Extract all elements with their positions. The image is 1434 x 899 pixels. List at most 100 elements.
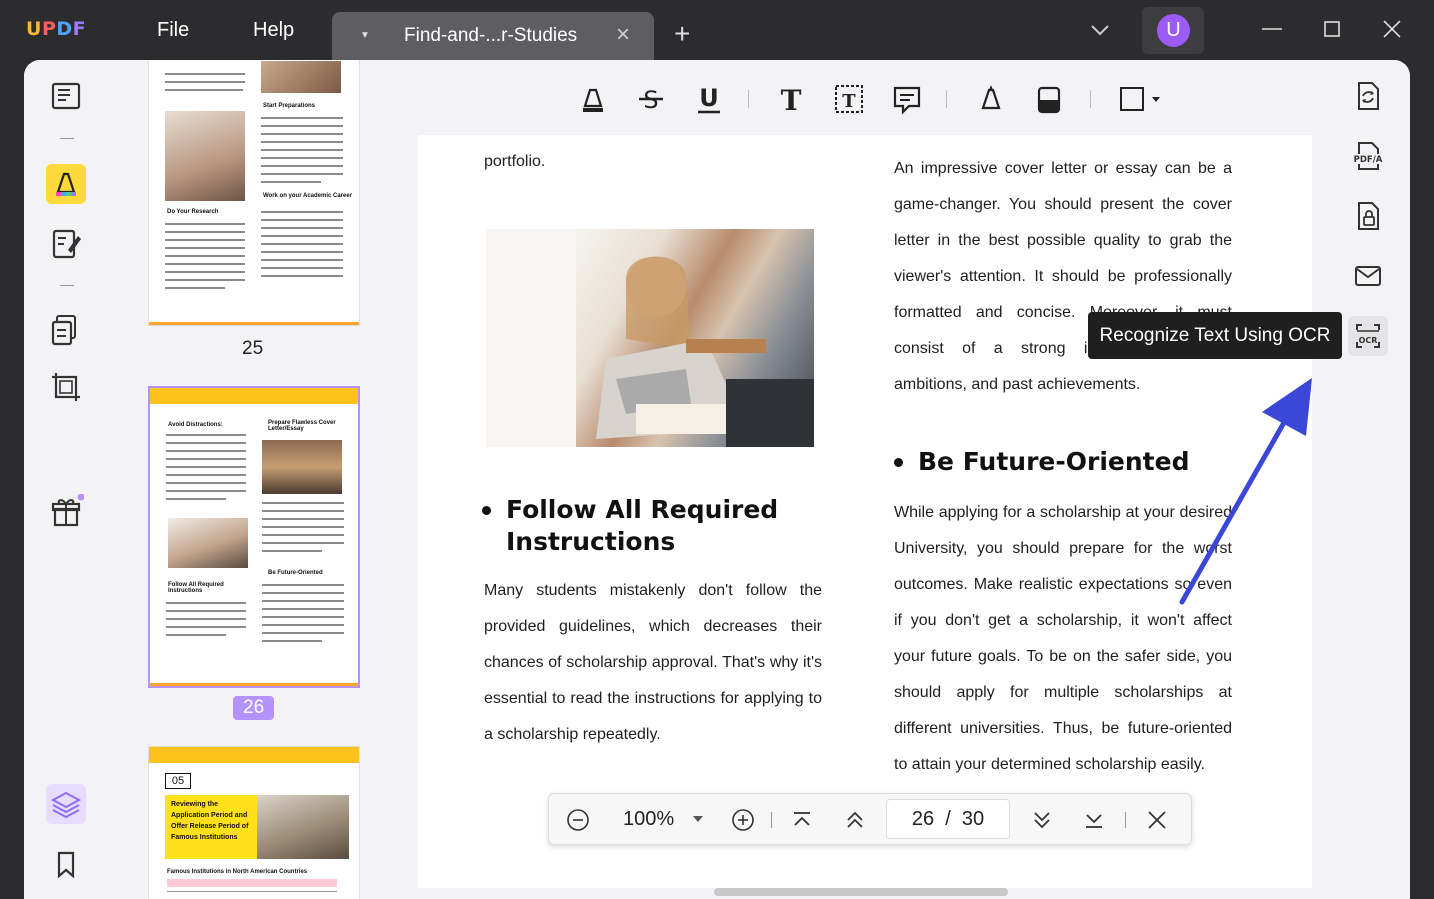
thumbnail-page-26[interactable]: Avoid Distractions: Follow All Required … [148,386,360,688]
left-toolbar [24,60,108,899]
shape-tool-icon[interactable] [1116,82,1166,116]
thumb-heading: Do Your Research [167,209,219,215]
convert-pdf-icon[interactable] [1352,80,1384,112]
textbox-tool-icon[interactable]: T [832,82,866,116]
left-divider [60,138,74,139]
gift-icon[interactable] [48,494,84,530]
thumb-footer-bar [150,683,358,686]
thumbnail-page-25[interactable]: Start Preparations Work on your Academic… [148,60,360,326]
tab-dropdown-icon[interactable]: ▼ [360,30,370,41]
total-pages: 30 [961,808,985,830]
page-input[interactable]: 26 / 30 [886,799,1010,839]
previous-page-icon[interactable] [842,807,868,833]
organize-pages-icon[interactable] [48,312,84,348]
add-tab-icon[interactable]: + [674,20,690,48]
thumb-heading: Prepare Flawless Cover Letter/Essay [268,420,336,432]
thumb-text-line [166,450,246,452]
thumb-text-line [166,474,246,476]
pencil-tool-icon[interactable] [974,82,1008,116]
close-window-icon[interactable] [1377,14,1407,44]
right-toolbar: PDF/A OCR [1326,60,1410,899]
eraser-tool-icon[interactable] [1032,82,1066,116]
thumb-heading: Work on your Academic Career [263,193,353,199]
horizontal-scrollbar[interactable] [714,888,1008,896]
thumb-text-line [262,502,344,504]
bookmark-icon[interactable] [48,846,84,882]
thumb-text-line [166,490,246,492]
thumb-text-line [165,271,245,273]
edit-pdf-icon[interactable] [48,226,84,262]
thumb-text-line [166,466,246,468]
thumb-text-line [262,632,344,634]
ocr-tooltip: Recognize Text Using OCR [1088,312,1342,359]
thumb-text-line [261,149,343,151]
thumb-text-line [165,89,243,91]
current-page: 26 [911,808,935,830]
protect-pdf-icon[interactable] [1352,200,1384,232]
left-heading: Follow All Required Instructions [482,494,822,558]
zoom-bar-divider [1125,812,1126,828]
ocr-icon[interactable]: OCR [1352,320,1384,352]
next-page-icon[interactable] [1029,807,1055,833]
thumb-text-line [165,223,245,225]
pdfa-label: PDF/A [1354,155,1383,165]
toolbar-divider [748,90,749,108]
tab-close-icon[interactable]: × [616,21,630,49]
svg-text:U: U [699,84,719,112]
thumb-text-line [262,510,344,512]
underline-tool-icon[interactable]: U [692,82,726,116]
app-shell: Start Preparations Work on your Academic… [24,60,1410,899]
thumb-text-line [261,259,343,261]
thumb-heading: Be Future-Oriented [268,570,323,576]
thumb-text-line [165,287,225,289]
thumb-text-line [166,442,246,444]
toolbar-divider [1090,90,1091,108]
thumb-header-bar [150,388,358,404]
avatar[interactable]: U [1157,14,1190,47]
share-mail-icon[interactable] [1352,260,1384,292]
close-zoom-bar-icon[interactable] [1144,807,1170,833]
zoom-dropdown-icon[interactable] [693,816,703,822]
thumb-text-line [261,173,343,175]
thumb-heading: Follow All Required Instructions [168,582,224,594]
thumb-heading: Start Preparations [263,103,316,109]
left-divider-2 [60,285,74,286]
tab-title: Find-and-...r-Studies [404,25,578,46]
last-page-icon[interactable] [1081,807,1107,833]
reader-icon[interactable] [48,78,84,114]
thumb-photo [257,795,349,859]
thumbnail-page-27[interactable]: 05 Reviewing the Application Period and … [148,746,360,899]
document-tab[interactable]: ▼ Find-and-...r-Studies × [332,12,654,60]
layers-icon[interactable] [48,786,84,822]
thumb-text-line [262,518,344,520]
thumb-text-line [261,141,343,143]
comment-tool-icon[interactable] [890,82,924,116]
thumb-text-line [166,610,246,612]
thumb-text-line [166,626,246,628]
highlight-tool-icon[interactable] [576,82,610,116]
text-tool-icon[interactable]: T [774,82,808,116]
thumb-text-line [262,616,344,618]
highlighter-icon[interactable] [48,166,84,202]
menu-help[interactable]: Help [253,19,294,42]
minimize-icon[interactable] [1257,14,1287,44]
thumb-text-line [261,251,343,253]
thumb-text-line [261,243,343,245]
thumb-photo [261,61,341,93]
pdfa-icon[interactable]: PDF/A [1352,140,1384,172]
page-number-25: 25 [242,338,264,359]
thumb-text-line [165,247,245,249]
zoom-out-icon[interactable] [565,807,591,833]
zoom-level[interactable]: 100% [623,808,674,831]
thumb-title-block: Reviewing the Application Period and Off… [165,795,257,859]
thumb-text-line [166,602,246,604]
chevron-down-icon[interactable] [1088,20,1112,40]
menu-file[interactable]: File [157,19,189,42]
first-page-icon[interactable] [789,807,815,833]
maximize-icon[interactable] [1317,14,1347,44]
thumb-text-line [261,157,343,159]
zoom-in-icon[interactable] [730,807,756,833]
account-area[interactable]: U [1142,7,1204,54]
crop-page-icon[interactable] [48,369,84,405]
strikethrough-tool-icon[interactable]: S [634,82,668,116]
